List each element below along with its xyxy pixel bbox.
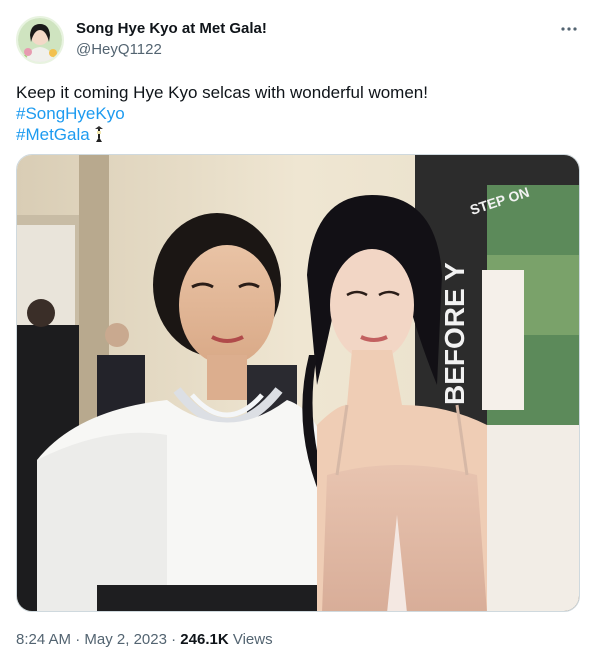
- tweet-card: Song Hye Kyo at Met Gala! @HeyQ1122 Keep…: [0, 0, 596, 649]
- author-avatar[interactable]: [16, 16, 64, 64]
- tweet-photo[interactable]: BEFORE Y STEP ON: [16, 154, 580, 612]
- tweet-date[interactable]: May 2, 2023: [84, 631, 167, 648]
- profile-photo-icon: [18, 18, 62, 62]
- hashtag-metgala[interactable]: #MetGala: [16, 125, 90, 144]
- views-count[interactable]: 246.1K: [180, 631, 228, 648]
- tweet-text: Keep it coming Hye Kyo selcas with wonde…: [16, 82, 576, 148]
- views-label: Views: [228, 631, 273, 648]
- photo-content: BEFORE Y STEP ON: [17, 155, 579, 611]
- more-options-button[interactable]: [554, 18, 584, 40]
- tweet-time[interactable]: 8:24 AM: [16, 631, 71, 648]
- hashtag-songhyekyo[interactable]: #SongHyeKyo: [16, 104, 125, 123]
- more-horizontal-icon: [561, 27, 577, 31]
- tweet-body: Keep it coming Hye Kyo selcas with wonde…: [16, 83, 428, 102]
- met-gala-lamp-emoji-icon: [93, 125, 105, 148]
- poster-text: BEFORE Y: [439, 262, 470, 405]
- meta-separator: ·: [166, 631, 181, 648]
- meta-separator: ·: [71, 631, 85, 648]
- author-name[interactable]: Song Hye Kyo at Met Gala!: [76, 20, 267, 37]
- author-handle[interactable]: @HeyQ1122: [76, 41, 162, 58]
- tweet-meta: 8:24 AM · May 2, 2023 · 246.1K Views: [16, 631, 273, 648]
